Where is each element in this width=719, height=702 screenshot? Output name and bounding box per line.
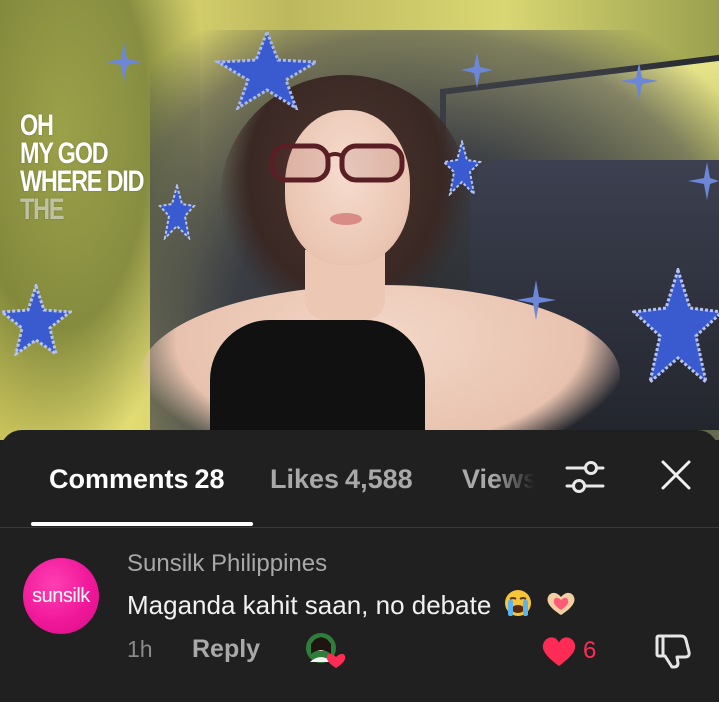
filter-sliders-icon[interactable]: [565, 459, 605, 495]
tab-likes[interactable]: Likes 4,588: [270, 464, 413, 495]
liked-by-creator-icon: [306, 633, 345, 668]
overlay-line: WHERE DID: [20, 165, 145, 198]
avatar-logo-text: sunsilk: [32, 584, 90, 607]
tab-comments-label: Comments: [49, 464, 189, 494]
overlay-line: THE: [20, 193, 64, 226]
tab-divider: [0, 527, 719, 528]
comment-author[interactable]: Sunsilk Philippines: [127, 550, 327, 578]
sparkle-icon: [620, 62, 658, 100]
comment-meta: 1h Reply 6: [127, 633, 719, 676]
dislike-thumb-down-icon[interactable]: [655, 632, 693, 670]
tab-comments-count: 28: [194, 464, 225, 494]
blue-star-sticker: [0, 284, 72, 356]
person-black-top: [210, 320, 425, 440]
sparkle-icon: [106, 42, 142, 82]
comment-timestamp: 1h: [127, 636, 153, 662]
comment-text: Maganda kahit saan, no debate: [127, 590, 492, 620]
close-icon[interactable]: [659, 458, 693, 492]
like-count: 6: [583, 637, 597, 664]
sparkle-icon: [461, 52, 493, 88]
blue-star-sticker: [158, 184, 196, 240]
blue-star-sticker: [213, 30, 321, 110]
tab-likes-count: 4,588: [345, 464, 413, 494]
overlay-line: OH: [20, 109, 54, 142]
sparkle-icon: [516, 280, 556, 320]
active-tab-indicator: [31, 522, 253, 526]
sheet-tab-bar: Comments28 Likes4,588 Views: [0, 430, 719, 530]
tab-comments[interactable]: Comments 28: [49, 464, 225, 495]
heart-icon: [542, 637, 576, 666]
tab-fade: [494, 464, 534, 495]
blue-star-sticker: [632, 268, 719, 386]
comments-sheet: Comments28 Likes4,588 Views sunsilk Suns…: [0, 430, 719, 702]
tab-likes-label: Likes: [270, 464, 340, 494]
person-face: [285, 110, 410, 265]
overlay-line: MY GOD: [20, 137, 109, 170]
video-preview[interactable]: OH MY GOD WHERE DID THE: [0, 0, 719, 440]
reply-button[interactable]: Reply: [192, 635, 260, 664]
loudly-crying-face-emoji: [504, 590, 531, 616]
comment-body: Maganda kahit saan, no debate: [127, 588, 578, 621]
sparkle-icon: [688, 162, 719, 200]
glasses-illustration: [269, 143, 405, 183]
person-mouth: [330, 213, 362, 225]
blue-star-sticker: [442, 140, 482, 196]
heart-hands-emoji: [547, 592, 575, 615]
comment-item: sunsilk Sunsilk Philippines Maganda kahi…: [0, 540, 719, 702]
avatar[interactable]: sunsilk: [23, 558, 99, 634]
video-overlay-text: OH MY GOD WHERE DID THE: [20, 109, 145, 226]
tab-views[interactable]: Views: [462, 464, 534, 495]
